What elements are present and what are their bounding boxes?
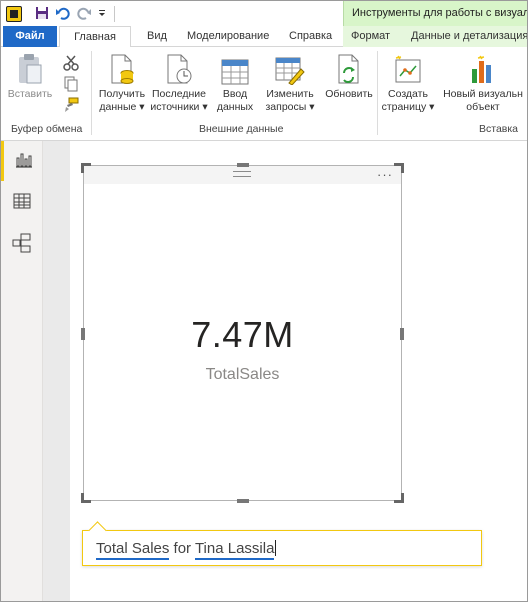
get-data-button[interactable]: Получить данные ▾	[96, 53, 148, 114]
refresh-icon	[322, 53, 376, 85]
tab-view[interactable]: Вид	[147, 26, 167, 47]
edit-queries-button[interactable]: Изменить запросы ▾	[262, 53, 318, 114]
new-visual-button[interactable]: Новый визуальн объект	[439, 53, 527, 114]
recent-sources-button[interactable]: Последние источники ▾	[150, 53, 208, 114]
recent-sources-icon	[150, 53, 208, 85]
data-view-button[interactable]	[1, 183, 43, 223]
get-data-icon	[96, 53, 148, 85]
resize-handle-bottom[interactable]	[237, 499, 249, 503]
format-painter-icon[interactable]	[63, 97, 79, 113]
model-view-icon	[12, 233, 32, 258]
card-visual[interactable]: ··· 7.47M TotalSales	[81, 163, 404, 503]
more-options-icon[interactable]: ···	[377, 167, 393, 182]
redo-icon[interactable]	[75, 4, 93, 22]
tab-home[interactable]: Главная	[59, 26, 131, 48]
new-visual-icon	[439, 53, 527, 85]
ribbon-home: Вставить Буфер обмена Получить данные ▾ …	[1, 47, 527, 141]
new-page-button[interactable]: Создать страницу ▾	[381, 53, 435, 114]
data-view-icon	[13, 193, 31, 214]
qa-question-box[interactable]: Total Sales for Tina Lassila	[82, 530, 482, 566]
recent-sources-label-2: источники ▾	[150, 101, 208, 113]
tab-format[interactable]: Формат	[343, 26, 401, 47]
card-value: 7.47M	[191, 314, 294, 355]
qa-question-input[interactable]: Total Sales for Tina Lassila	[96, 540, 277, 560]
view-switcher	[1, 141, 43, 601]
ribbon-tabs: Файл Главная Вид Моделирование Справка Ф…	[1, 26, 527, 48]
enter-data-label-2: данных	[216, 101, 254, 113]
group-label-clipboard: Буфер обмена	[11, 123, 83, 135]
enter-data-icon	[213, 53, 257, 85]
model-view-button[interactable]	[1, 225, 43, 265]
qat-separator	[114, 6, 115, 22]
resize-handle-top[interactable]	[237, 163, 249, 167]
group-separator	[91, 51, 92, 135]
qat-dropdown-icon[interactable]	[93, 4, 111, 22]
refresh-button[interactable]: Обновить	[322, 53, 376, 101]
cut-icon[interactable]	[63, 55, 79, 71]
save-icon[interactable]	[33, 4, 51, 22]
qa-term-person: Tina Lassila	[194, 540, 275, 560]
group-label-external-data: Внешние данные	[199, 123, 284, 135]
enter-data-label-1: Ввод	[222, 88, 248, 100]
group-label-insert: Вставка	[479, 123, 519, 135]
qa-connector-text: for	[169, 540, 195, 557]
new-page-icon	[381, 53, 435, 85]
group-separator	[377, 51, 378, 135]
text-caret	[275, 540, 277, 556]
quick-access-toolbar: Инструменты для работы с визуаль	[1, 1, 527, 26]
tab-modeling[interactable]: Моделирование	[187, 26, 269, 47]
paste-icon	[7, 53, 53, 85]
drag-grip-icon[interactable]	[233, 171, 251, 177]
report-view-button[interactable]	[1, 141, 43, 181]
edit-queries-label-1: Изменить	[266, 88, 314, 100]
new-page-label-1: Создать	[388, 88, 428, 100]
undo-icon[interactable]	[54, 4, 72, 22]
new-page-label-2: страницу ▾	[381, 101, 435, 113]
paste-label: Вставить	[7, 88, 53, 100]
tab-file[interactable]: Файл	[3, 26, 57, 47]
resize-handle-left[interactable]	[81, 328, 85, 340]
resize-handle-right[interactable]	[400, 328, 404, 340]
new-visual-label-2: объект	[466, 101, 500, 113]
refresh-label: Обновить	[325, 88, 373, 100]
get-data-label-2: данные ▾	[99, 101, 145, 113]
resize-handle-top-right[interactable]	[394, 163, 404, 173]
powerbi-window: Инструменты для работы с визуаль Файл Гл…	[0, 0, 528, 602]
copy-icon[interactable]	[63, 76, 79, 92]
resize-handle-bottom-right[interactable]	[394, 493, 404, 503]
report-view-icon	[15, 150, 33, 173]
card-label: TotalSales	[205, 366, 280, 383]
contextual-tab-title: Инструменты для работы с визуаль	[352, 7, 528, 19]
edit-queries-label-2: запросы ▾	[265, 101, 315, 113]
get-data-label-1: Получить	[98, 88, 146, 100]
paste-button[interactable]: Вставить	[7, 53, 53, 101]
tab-data-drill[interactable]: Данные и детализация	[401, 26, 527, 47]
qa-term-total-sales: Total Sales	[96, 540, 170, 560]
contextual-tab-band: Инструменты для работы с визуаль	[343, 1, 528, 26]
canvas-gutter	[43, 141, 70, 601]
recent-sources-label-1: Последние	[151, 88, 206, 100]
resize-handle-bottom-left[interactable]	[81, 493, 91, 503]
enter-data-button[interactable]: Ввод данных	[213, 53, 257, 114]
edit-queries-icon	[262, 53, 318, 85]
visual-header: ···	[84, 166, 401, 184]
app-icon[interactable]	[6, 6, 22, 22]
resize-handle-top-left[interactable]	[81, 163, 91, 173]
new-visual-label-1: Новый визуальн	[443, 88, 523, 100]
tab-help[interactable]: Справка	[289, 26, 332, 47]
